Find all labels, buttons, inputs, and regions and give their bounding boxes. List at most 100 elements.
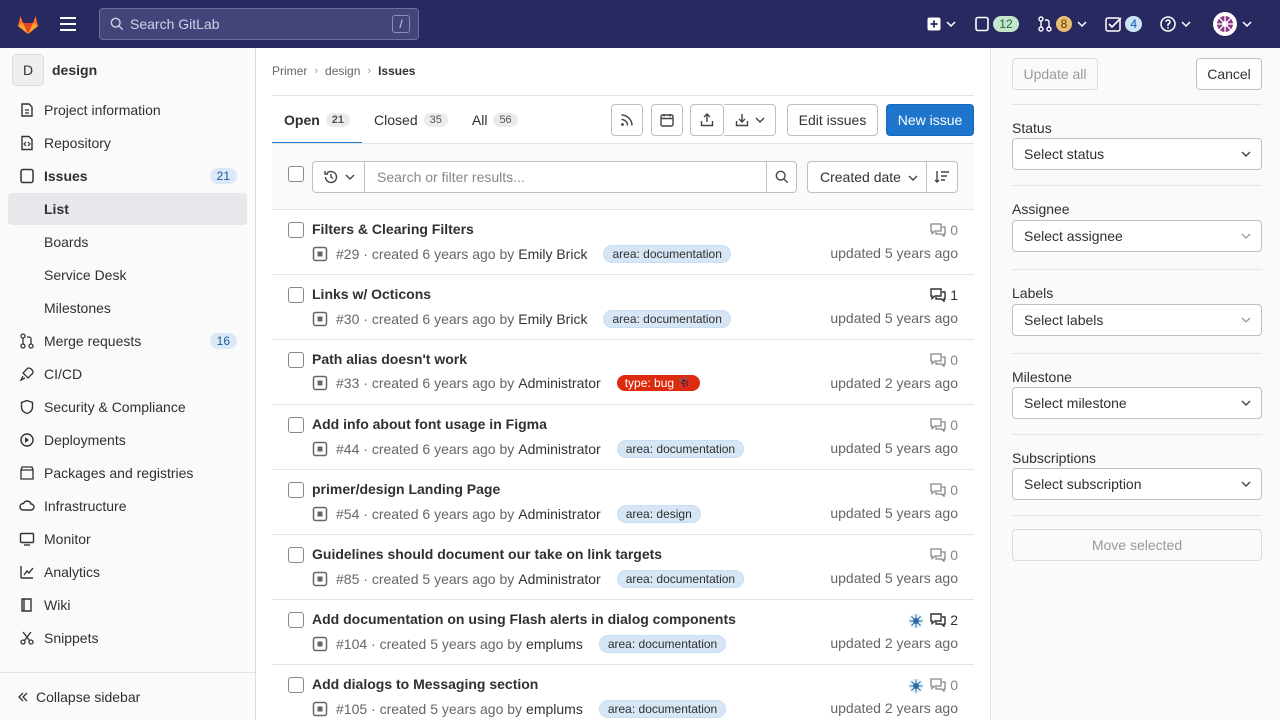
issue-title[interactable]: Path alias doesn't work — [312, 351, 467, 367]
issue-label[interactable]: area: documentation — [616, 570, 745, 588]
gitlab-logo-icon[interactable] — [16, 12, 40, 36]
breadcrumb-item-issues[interactable]: Issues — [378, 64, 415, 78]
comments-icon — [930, 678, 946, 692]
issue-author[interactable]: Administrator — [518, 375, 600, 391]
issue-title[interactable]: Add dialogs to Messaging section — [312, 676, 538, 692]
tab-open[interactable]: Open 21 — [272, 96, 363, 144]
issue-checkbox[interactable] — [288, 547, 304, 563]
tab-closed[interactable]: Closed 35 — [362, 96, 460, 144]
issue-label[interactable]: area: documentation — [616, 440, 745, 458]
issue-label[interactable]: area: documentation — [603, 310, 731, 328]
sidebar-item-milestones[interactable]: Milestones — [8, 292, 247, 324]
sidebar-item-merge-requests[interactable]: Merge requests 16 — [8, 325, 247, 357]
filter-search-button[interactable] — [766, 161, 797, 193]
rss-button[interactable] — [611, 104, 643, 136]
issue-author[interactable]: Administrator — [518, 506, 600, 522]
sidebar-item-project-information[interactable]: Project information — [8, 94, 247, 126]
import-dropdown-button[interactable] — [724, 104, 776, 136]
comments-count[interactable]: 0 — [930, 547, 958, 563]
issues-button[interactable]: 12 — [974, 12, 1019, 36]
issue-label[interactable]: area: documentation — [603, 245, 731, 263]
select-all-checkbox[interactable] — [288, 166, 304, 182]
tab-all[interactable]: All 56 — [460, 96, 530, 144]
issue-label[interactable]: area: design — [616, 505, 701, 523]
comments-count[interactable]: 0 — [930, 352, 958, 368]
breadcrumb-item-primer[interactable]: Primer — [272, 64, 307, 78]
project-header[interactable]: D design — [0, 48, 255, 92]
update-all-button[interactable]: Update all — [1012, 58, 1098, 90]
comments-count[interactable]: 1 — [930, 287, 958, 303]
issue-label-bug[interactable]: type: bug 🐞 — [616, 375, 701, 391]
issue-title[interactable]: primer/design Landing Page — [312, 481, 500, 497]
sidebar-item-security-compliance[interactable]: Security & Compliance — [8, 391, 247, 423]
issue-author[interactable]: emplums — [526, 701, 583, 717]
search-input[interactable]: Search GitLab / — [99, 8, 419, 40]
comments-count[interactable]: 0 — [930, 222, 958, 238]
issue-author[interactable]: Emily Brick — [518, 246, 587, 262]
calendar-button[interactable] — [651, 104, 683, 136]
sidebar-item-snippets[interactable]: Snippets — [8, 622, 247, 654]
comments-count[interactable]: 2 — [930, 612, 958, 628]
new-issue-button[interactable]: New issue — [886, 104, 974, 136]
divider — [1012, 269, 1262, 270]
issue-checkbox[interactable] — [288, 222, 304, 238]
sidebar-item-deployments[interactable]: Deployments — [8, 424, 247, 456]
cancel-button[interactable]: Cancel — [1196, 58, 1262, 90]
filter-search-input[interactable]: Search or filter results... — [364, 161, 767, 193]
milestone-select[interactable]: Select milestone — [1012, 387, 1262, 419]
issue-title[interactable]: Links w/ Octicons — [312, 286, 431, 302]
status-select[interactable]: Select status — [1012, 138, 1262, 170]
merge-requests-button[interactable]: 8 — [1037, 12, 1088, 36]
create-new-button[interactable] — [927, 12, 956, 36]
sidebar-item-analytics[interactable]: Analytics — [8, 556, 247, 588]
help-icon — [1160, 16, 1176, 32]
move-selected-button[interactable]: Move selected — [1012, 529, 1262, 561]
issue-title[interactable]: Add documentation on using Flash alerts … — [312, 611, 736, 627]
assignee-avatar[interactable] — [908, 613, 924, 629]
issue-checkbox[interactable] — [288, 482, 304, 498]
issue-checkbox[interactable] — [288, 417, 304, 433]
issue-created: created 6 years ago by — [371, 441, 515, 457]
issue-title[interactable]: Guidelines should document our take on l… — [312, 546, 662, 562]
issue-author[interactable]: Administrator — [518, 441, 600, 457]
collapse-sidebar-button[interactable]: Collapse sidebar — [0, 672, 255, 720]
todos-button[interactable]: 4 — [1105, 12, 1142, 36]
sidebar-item-wiki[interactable]: Wiki — [8, 589, 247, 621]
help-button[interactable] — [1160, 12, 1191, 36]
issue-title[interactable]: Add info about font usage in Figma — [312, 416, 547, 432]
sidebar-item-ci-cd[interactable]: CI/CD — [8, 358, 247, 390]
issue-checkbox[interactable] — [288, 352, 304, 368]
comments-count[interactable]: 0 — [930, 417, 958, 433]
assignee-avatar[interactable] — [908, 678, 924, 694]
sidebar-item-list[interactable]: List — [8, 193, 247, 225]
issue-author[interactable]: Emily Brick — [518, 311, 587, 327]
sidebar-item-repository[interactable]: Repository — [8, 127, 247, 159]
sidebar-item-packages-registries[interactable]: Packages and registries — [8, 457, 247, 489]
sidebar-item-boards[interactable]: Boards — [8, 226, 247, 258]
issue-author[interactable]: emplums — [526, 636, 583, 652]
user-menu-button[interactable] — [1213, 12, 1252, 36]
sidebar-item-monitor[interactable]: Monitor — [8, 523, 247, 555]
sort-dropdown[interactable]: Created date — [807, 161, 927, 193]
recent-searches-button[interactable] — [312, 161, 364, 193]
comments-count[interactable]: 0 — [930, 677, 958, 693]
issue-checkbox[interactable] — [288, 677, 304, 693]
issue-checkbox[interactable] — [288, 287, 304, 303]
sort-direction-button[interactable] — [926, 161, 958, 193]
assignee-select[interactable]: Select assignee — [1012, 220, 1262, 252]
export-button[interactable] — [690, 104, 724, 136]
issue-label[interactable]: area: documentation — [598, 700, 727, 718]
sidebar-item-service-desk[interactable]: Service Desk — [8, 259, 247, 291]
sidebar-item-infrastructure[interactable]: Infrastructure — [8, 490, 247, 522]
issue-label[interactable]: area: documentation — [598, 635, 727, 653]
labels-select[interactable]: Select labels — [1012, 304, 1262, 336]
comments-count[interactable]: 0 — [930, 482, 958, 498]
breadcrumb-item-design[interactable]: design — [325, 64, 360, 78]
issue-author[interactable]: Administrator — [518, 571, 600, 587]
subscriptions-select[interactable]: Select subscription — [1012, 468, 1262, 500]
menu-icon[interactable] — [60, 17, 78, 31]
issue-checkbox[interactable] — [288, 612, 304, 628]
issue-title[interactable]: Filters & Clearing Filters — [312, 221, 474, 237]
edit-issues-button[interactable]: Edit issues — [787, 104, 878, 136]
sidebar-item-issues[interactable]: Issues 21 — [8, 160, 247, 192]
